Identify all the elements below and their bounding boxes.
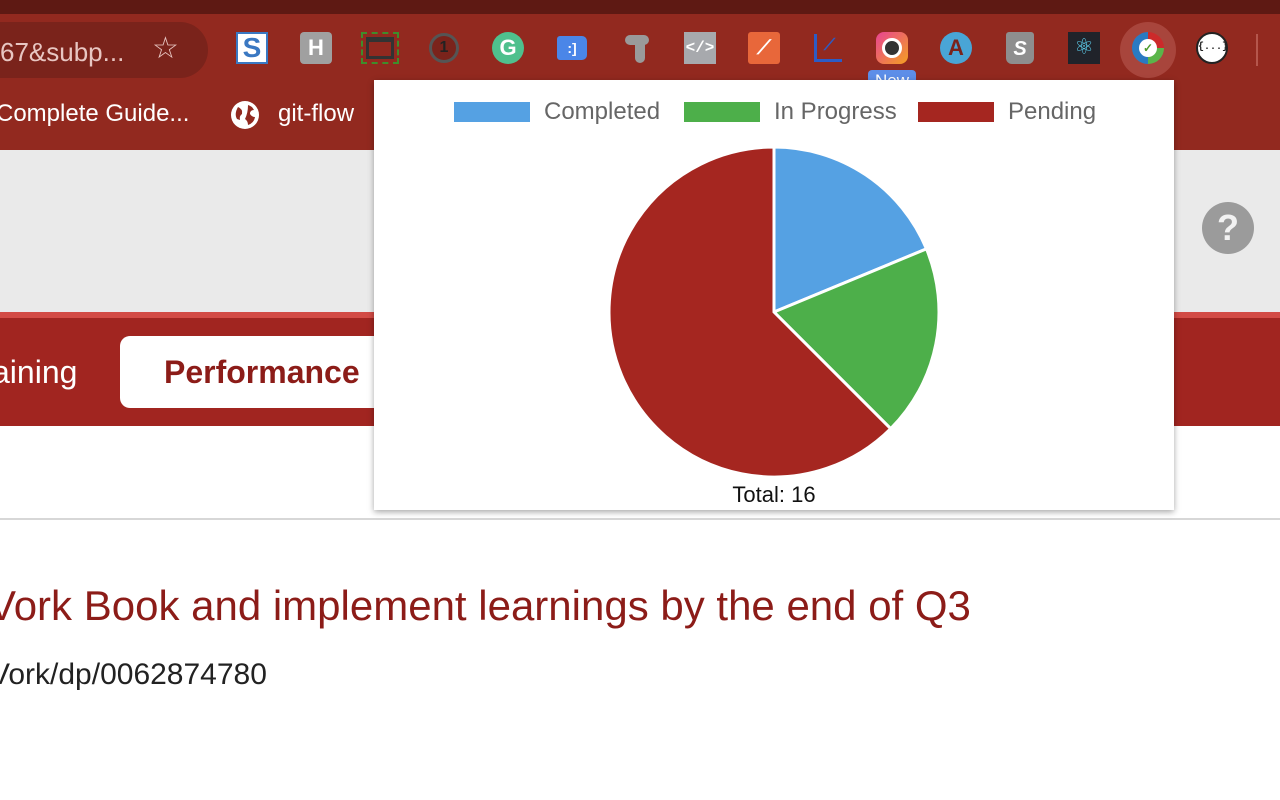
goal-link[interactable]: Vork/dp/0062874780 <box>0 658 267 692</box>
address-text: 67&subp... <box>0 37 125 67</box>
react-devtools-icon[interactable]: ⚛ <box>1068 32 1100 64</box>
window-resizer-icon[interactable] <box>361 32 399 64</box>
tab-performance-label: Performance <box>164 354 360 390</box>
help-button[interactable]: ? <box>1202 202 1254 254</box>
address-bar[interactable]: 67&subp... ☆ <box>0 22 208 78</box>
analytics-icon[interactable]: ⟋ <box>748 32 780 64</box>
code-viewer-icon[interactable]: </> <box>684 32 716 64</box>
window-title-strip <box>0 0 1280 14</box>
star-icon[interactable]: ☆ <box>152 34 179 64</box>
h-extension-icon[interactable]: H <box>300 32 332 64</box>
password-manager-icon[interactable]: 1 <box>428 32 460 64</box>
extension-popup: Completed In Progress Pending Total: 16 <box>374 80 1174 510</box>
grammarly-icon[interactable]: G <box>492 32 524 64</box>
goal-title: Vork Book and implement learnings by the… <box>0 582 971 629</box>
total-label: Total: 16 <box>732 482 816 507</box>
tab-training[interactable]: aining <box>0 354 77 391</box>
pie-chart <box>607 145 941 479</box>
tag-assistant-icon[interactable]: :] <box>556 32 588 64</box>
globe-icon <box>231 101 259 129</box>
performance-extension-icon[interactable]: ✓ <box>1132 32 1164 64</box>
bookmark-git-flow[interactable]: git-flow <box>278 100 354 128</box>
browser-toolbar: 67&subp... ☆ SH1G:]</>⟋⟋AS⚛✓{...} New <box>0 14 1280 92</box>
json-viewer-icon[interactable]: {...} <box>1196 32 1228 64</box>
divider <box>0 518 1280 520</box>
s-extension-icon[interactable]: S <box>236 32 268 64</box>
camera-icon[interactable] <box>876 32 908 64</box>
amplitude-icon[interactable]: A <box>940 32 972 64</box>
tab-performance[interactable]: Performance <box>120 336 400 408</box>
toolbar-divider <box>1256 34 1258 66</box>
tag-manager-icon[interactable] <box>620 32 652 64</box>
bookmark-complete-guide[interactable]: Complete Guide... <box>0 100 189 128</box>
chart-line-icon[interactable]: ⟋ <box>812 32 844 64</box>
shopify-icon[interactable]: S <box>1004 32 1036 64</box>
